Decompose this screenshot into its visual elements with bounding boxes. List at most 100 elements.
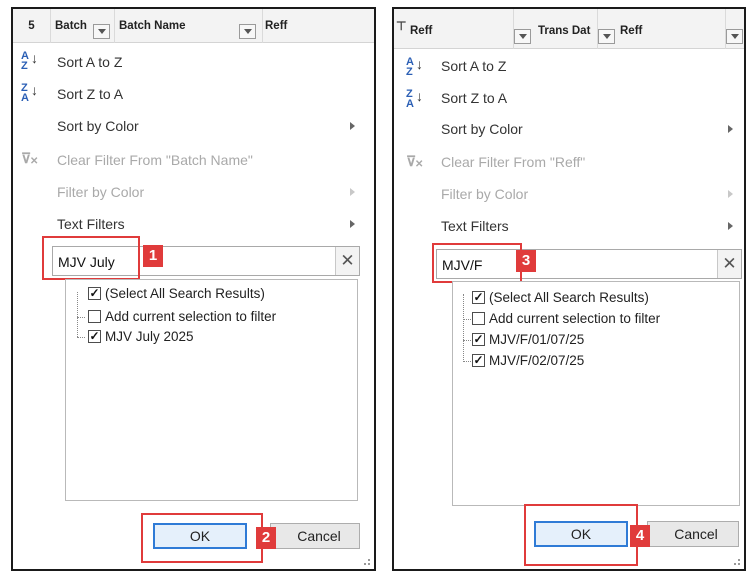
- tree-line: [77, 337, 85, 338]
- column-header-reff[interactable]: Reff: [261, 9, 374, 43]
- menu-label: Clear Filter From "Batch Name": [57, 152, 253, 168]
- checkbox-checked[interactable]: ✓: [88, 330, 101, 343]
- menu-label: Sort by Color: [441, 121, 523, 137]
- list-item-label: (Select All Search Results): [105, 286, 265, 301]
- highlight-box-ok: [141, 513, 263, 563]
- tree-line: [463, 294, 464, 360]
- clear-filter-icon: ⊽ ✕: [21, 150, 39, 167]
- dropdown-arrow-icon[interactable]: [93, 24, 110, 39]
- filter-dropdown-right: ⊤ Reff Trans Dat Reff A Z ↓ Sort A to Z ZA…: [392, 7, 746, 571]
- button-label: Cancel: [674, 526, 718, 542]
- sort-by-color-item[interactable]: Sort by Color: [57, 113, 139, 139]
- clear-filter-item[interactable]: Clear Filter From "Reff": [441, 149, 585, 175]
- chevron-right-icon: [728, 190, 733, 198]
- column-header-reff-2[interactable]: Reff: [616, 9, 726, 49]
- sort-a-z-icon: A Z ↓: [406, 56, 423, 78]
- sort-by-color-item[interactable]: Sort by Color: [441, 116, 523, 142]
- cancel-button[interactable]: Cancel: [270, 523, 360, 549]
- list-item[interactable]: ✓ MJV/F/01/07/25: [472, 330, 584, 350]
- resize-grip-icon[interactable]: [730, 555, 740, 565]
- menu-label: Clear Filter From "Reff": [441, 154, 586, 170]
- menu-label: Sort Z to A: [441, 90, 508, 106]
- column-header-reff[interactable]: ⊤ Reff: [394, 9, 514, 49]
- list-item[interactable]: Add current selection to filter: [88, 307, 276, 327]
- column-header-5: 5: [13, 9, 51, 43]
- menu-label: Sort by Color: [57, 118, 139, 134]
- list-item-label: Add current selection to filter: [489, 311, 661, 326]
- column-header-label: Reff: [620, 25, 643, 37]
- close-icon[interactable]: ✕: [335, 247, 359, 275]
- chevron-right-icon: [350, 188, 355, 196]
- resize-grip-icon[interactable]: [360, 555, 370, 565]
- filter-values-list[interactable]: ✓ (Select All Search Results) Add curren…: [452, 281, 740, 506]
- column-header-label: Trans Dat: [538, 25, 591, 37]
- filter-by-color-item[interactable]: Filter by Color: [57, 179, 144, 205]
- menu-label: Sort A to Z: [441, 58, 507, 74]
- column-header-label: Reff: [410, 25, 433, 37]
- column-header-label: Reff: [265, 20, 288, 32]
- list-item-label: MJV/F/02/07/25: [489, 353, 585, 368]
- checkbox-checked[interactable]: ✓: [88, 287, 101, 300]
- column-header-row: ⊤ Reff Trans Dat Reff: [394, 9, 744, 49]
- sort-z-a-icon: Z A ↓: [21, 82, 38, 104]
- column-header-label: Batch: [55, 20, 87, 32]
- list-item[interactable]: ✓ (Select All Search Results): [88, 284, 265, 304]
- list-item-label: (Select All Search Results): [489, 290, 649, 305]
- column-header-trans-date[interactable]: Trans Dat: [534, 9, 598, 49]
- chevron-right-icon: [350, 122, 355, 130]
- dropdown-arrow-icon[interactable]: [239, 24, 256, 39]
- button-label: Cancel: [297, 528, 341, 544]
- list-item-label: MJV/F/01/07/25: [489, 332, 585, 347]
- checkbox-checked[interactable]: ✓: [472, 333, 485, 346]
- menu-label: Sort Z to A: [57, 86, 124, 102]
- clear-filter-icon: ⊽ ✕: [406, 153, 424, 170]
- filter-applied-icon: ⊤: [396, 19, 407, 33]
- chevron-right-icon: [350, 220, 355, 228]
- cancel-button[interactable]: Cancel: [647, 521, 739, 547]
- tree-line: [463, 319, 471, 320]
- menu-label: Text Filters: [57, 216, 125, 232]
- step-badge-1: 1: [143, 245, 163, 267]
- list-item[interactable]: ✓ (Select All Search Results): [472, 288, 649, 308]
- text-filters-item[interactable]: Text Filters: [57, 211, 125, 237]
- tree-line: [77, 292, 78, 337]
- close-icon[interactable]: ✕: [717, 250, 741, 278]
- list-item-label: Add current selection to filter: [105, 309, 277, 324]
- chevron-right-icon: [728, 125, 733, 133]
- sort-a-z-icon: A Z ↓: [21, 50, 38, 72]
- filter-by-color-item[interactable]: Filter by Color: [441, 181, 528, 207]
- clear-filter-item[interactable]: Clear Filter From "Batch Name": [57, 147, 253, 173]
- sort-z-to-a-item[interactable]: Sort Z to A: [441, 85, 507, 111]
- checkbox-checked[interactable]: ✓: [472, 354, 485, 367]
- checkbox-unchecked[interactable]: [88, 310, 101, 323]
- filter-values-list[interactable]: ✓ (Select All Search Results) Add curren…: [65, 279, 358, 501]
- sort-z-a-icon: Z A ↓: [406, 88, 423, 110]
- highlight-box-search: [432, 243, 522, 283]
- column-header-row: 5 Batch Batch Name Reff: [13, 9, 374, 43]
- checkbox-checked[interactable]: ✓: [472, 291, 485, 304]
- list-item[interactable]: ✓ MJV/F/02/07/25: [472, 351, 584, 371]
- menu-label: Text Filters: [441, 218, 509, 234]
- dropdown-arrow-icon[interactable]: [598, 29, 615, 44]
- checkbox-unchecked[interactable]: [472, 312, 485, 325]
- list-item[interactable]: Add current selection to filter: [472, 309, 660, 329]
- sort-a-to-z-item[interactable]: Sort A to Z: [441, 53, 506, 79]
- list-item[interactable]: ✓ MJV July 2025: [88, 327, 194, 347]
- step-badge-2: 2: [256, 527, 276, 549]
- filter-dropdown-left: 5 Batch Batch Name Reff A Z ↓ Sort A to Z …: [11, 7, 376, 571]
- highlight-box-ok: [524, 504, 638, 566]
- column-header-label: Batch Name: [119, 20, 186, 32]
- menu-label: Filter by Color: [441, 186, 529, 202]
- dropdown-arrow-icon[interactable]: [726, 29, 743, 44]
- menu-label: Sort A to Z: [57, 54, 123, 70]
- chevron-right-icon: [728, 222, 733, 230]
- tree-line: [77, 317, 85, 318]
- text-filters-item[interactable]: Text Filters: [441, 213, 509, 239]
- sort-a-to-z-item[interactable]: Sort A to Z: [57, 49, 122, 75]
- tree-line: [463, 340, 471, 341]
- tree-line: [463, 361, 471, 362]
- step-badge-3: 3: [516, 250, 536, 272]
- dropdown-arrow-icon[interactable]: [514, 29, 531, 44]
- sort-z-to-a-item[interactable]: Sort Z to A: [57, 81, 123, 107]
- list-item-label: MJV July 2025: [105, 329, 194, 344]
